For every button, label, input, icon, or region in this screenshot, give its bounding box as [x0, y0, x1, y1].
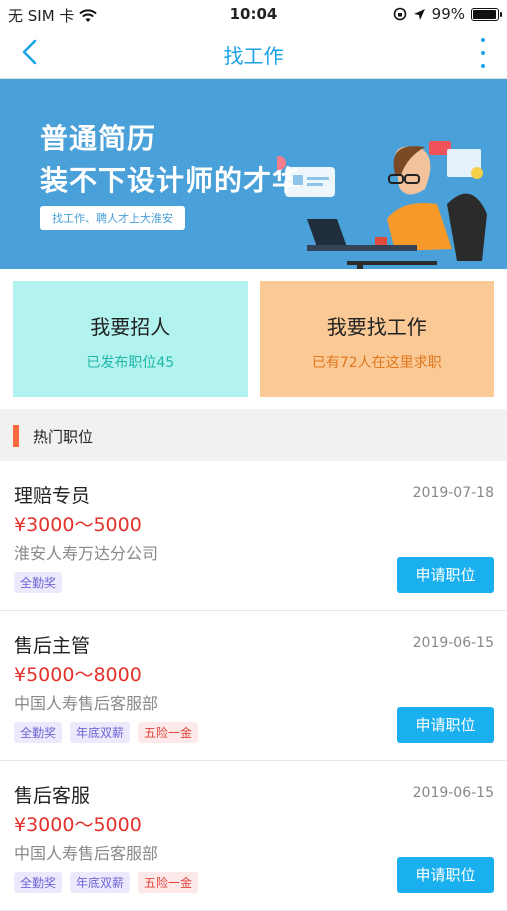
job-tags: 全勤奖 年底双薪 五险一金	[14, 722, 199, 743]
banner-headline-2: 装不下设计师的才华	[40, 164, 302, 197]
job-company: 中国人寿售后客服部	[14, 844, 159, 863]
location-icon	[413, 8, 425, 20]
job-tag: 五险一金	[138, 722, 199, 743]
banner-tagline: 找工作、聘人才上大淮安	[40, 206, 185, 230]
job-tags: 全勤奖	[14, 572, 63, 593]
battery-icon	[471, 7, 502, 21]
job-item[interactable]: 理赔专员 2019-07-18 ¥3000～5000 淮安人寿万达分公司 全勤奖…	[0, 461, 507, 611]
more-menu-icon[interactable]	[479, 38, 487, 68]
banner-headline-1: 普通简历	[40, 122, 157, 155]
job-tag: 年底双薪	[70, 872, 131, 893]
designer-illustration	[277, 141, 487, 269]
job-tags: 全勤奖 年底双薪 五险一金	[14, 872, 199, 893]
apply-button[interactable]: 申请职位	[397, 707, 494, 743]
hire-card-subtitle: 已发布职位45	[86, 355, 175, 371]
find-job-card[interactable]: 我要找工作 已有72人在这里求职	[259, 281, 494, 397]
job-company: 淮安人寿万达分公司	[14, 544, 159, 563]
job-title: 售后客服	[14, 785, 91, 807]
job-date: 2019-06-15	[412, 635, 494, 651]
find-job-card-title: 我要找工作	[326, 315, 427, 339]
job-salary: ¥5000～8000	[14, 664, 142, 686]
quick-actions: 我要招人 已发布职位45 我要找工作 已有72人在这里求职	[0, 269, 507, 409]
orientation-lock-icon	[393, 7, 406, 21]
hire-card-title: 我要招人	[90, 315, 171, 339]
job-tag: 全勤奖	[14, 722, 63, 743]
job-date: 2019-07-18	[412, 485, 494, 501]
job-title: 理赔专员	[14, 485, 91, 507]
page-title: 找工作	[223, 44, 284, 68]
job-tag: 年底双薪	[70, 722, 131, 743]
section-title: 热门职位	[33, 428, 94, 446]
find-job-card-subtitle: 已有72人在这里求职	[311, 355, 442, 371]
job-item[interactable]: 售后主管 2019-06-15 ¥5000～8000 中国人寿售后客服部 全勤奖…	[0, 611, 507, 761]
job-salary: ¥3000～5000	[14, 514, 142, 536]
promo-banner[interactable]: 普通简历 装不下设计师的才华 找工作、聘人才上大淮安	[0, 79, 507, 269]
hire-card[interactable]: 我要招人 已发布职位45	[13, 281, 248, 397]
status-bar: 无 SIM 卡 10:04 99%	[0, 0, 507, 28]
job-item[interactable]: 售后客服 2019-06-15 ¥3000～5000 中国人寿售后客服部 全勤奖…	[0, 761, 507, 911]
job-tag: 全勤奖	[14, 572, 63, 593]
job-title: 售后主管	[14, 635, 91, 657]
apply-button[interactable]: 申请职位	[397, 857, 494, 893]
section-marker	[13, 425, 19, 447]
job-tag: 五险一金	[138, 872, 199, 893]
nav-bar: 找工作	[0, 28, 507, 79]
job-tag: 全勤奖	[14, 872, 63, 893]
job-company: 中国人寿售后客服部	[14, 694, 159, 713]
apply-button[interactable]: 申请职位	[397, 557, 494, 593]
battery-percent: 99%	[431, 5, 465, 23]
section-header: 热门职位	[0, 409, 507, 461]
job-salary: ¥3000～5000	[14, 814, 142, 836]
job-date: 2019-06-15	[412, 785, 494, 801]
